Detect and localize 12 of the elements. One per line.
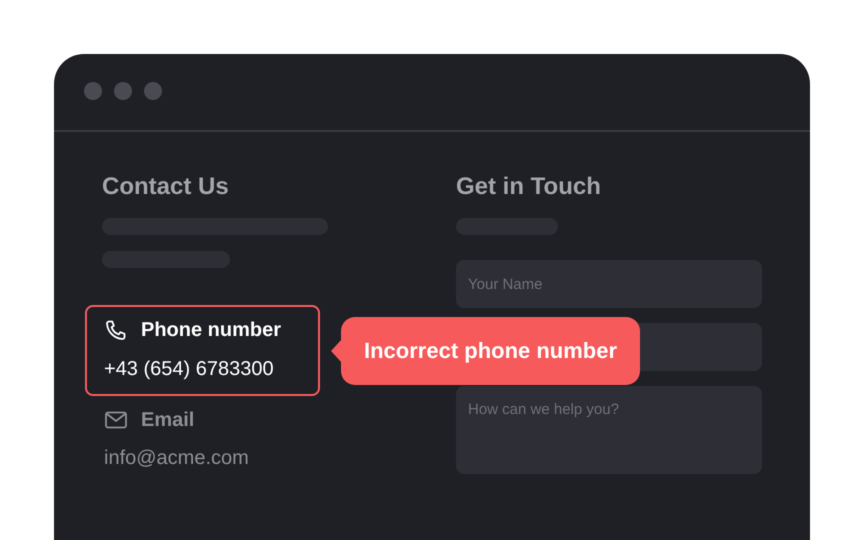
input-field[interactable]: Your Name xyxy=(456,260,762,308)
contact-value: info@acme.com xyxy=(104,446,250,471)
message-field[interactable]: How can we help you? xyxy=(456,386,762,474)
phone-icon xyxy=(104,318,128,342)
window-control-dot[interactable] xyxy=(144,82,162,100)
contact-value: +43 (654) 6783300 xyxy=(104,357,275,382)
window-control-dot[interactable] xyxy=(84,82,102,100)
window-control-dot[interactable] xyxy=(114,82,132,100)
contact-label: Email xyxy=(141,408,194,432)
section-title: Get in Touch xyxy=(456,173,602,201)
contact-label: Phone number xyxy=(141,318,282,342)
section-title: Contact Us xyxy=(102,173,230,201)
